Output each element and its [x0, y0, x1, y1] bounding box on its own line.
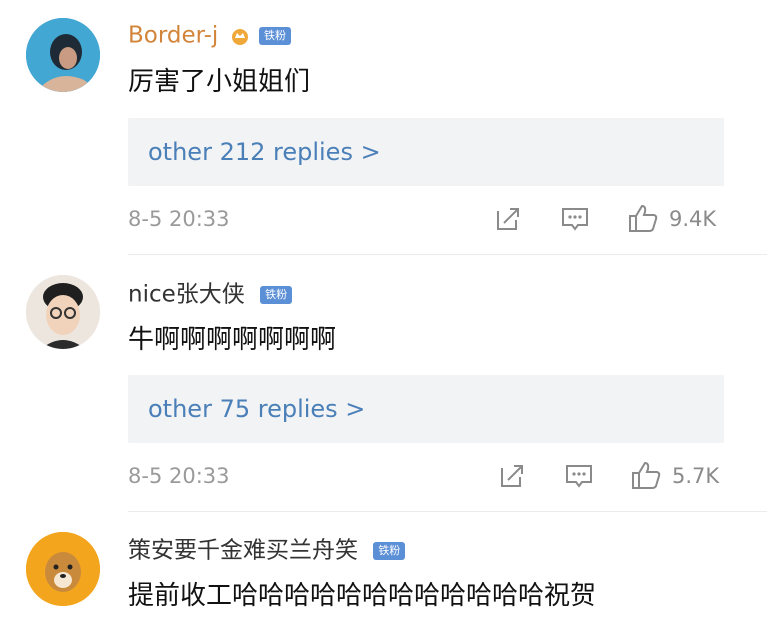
- fan-badge: 铁粉: [260, 285, 293, 304]
- like-count: 5.7K: [672, 464, 720, 488]
- like-icon[interactable]: [630, 460, 662, 490]
- comment-icon[interactable]: [564, 462, 594, 490]
- fan-badge: 铁粉: [258, 26, 291, 45]
- avatar-image: [26, 18, 100, 92]
- comment-text: 提前收工哈哈哈哈哈哈哈哈哈哈哈哈祝贺: [128, 581, 597, 611]
- share-icon[interactable]: [494, 205, 522, 233]
- replies-box[interactable]: other 75 replies >: [128, 375, 724, 443]
- comment-text: 厉害了小姐姐们: [128, 67, 311, 97]
- comment-time: 8-5 20:33: [128, 207, 230, 231]
- replies-box[interactable]: other 212 replies >: [128, 118, 724, 186]
- comment-time: 8-5 20:33: [128, 464, 230, 488]
- divider: [128, 511, 767, 512]
- comment-username[interactable]: nice张大侠 铁粉: [128, 279, 293, 310]
- avatar[interactable]: [26, 532, 100, 606]
- username-text[interactable]: Border-j: [128, 23, 218, 49]
- username-text[interactable]: nice张大侠: [128, 282, 245, 308]
- replies-link[interactable]: other 75 replies >: [148, 394, 365, 424]
- avatar[interactable]: [26, 18, 100, 92]
- crown-icon: [231, 28, 248, 45]
- avatar[interactable]: [26, 275, 100, 349]
- divider: [128, 254, 767, 255]
- username-text[interactable]: 策安要千金难买兰舟笑: [128, 538, 358, 564]
- comment-username[interactable]: 策安要千金难买兰舟笑 铁粉: [128, 535, 406, 566]
- like-count: 9.4K: [669, 207, 717, 231]
- avatar-image: [26, 275, 100, 349]
- fan-badge: 铁粉: [373, 541, 406, 560]
- like-icon[interactable]: [627, 203, 659, 233]
- avatar-image: [26, 532, 100, 606]
- share-icon[interactable]: [498, 462, 526, 490]
- comment-text: 牛啊啊啊啊啊啊啊: [128, 325, 337, 355]
- comment-username[interactable]: Border-j 铁粉: [128, 20, 291, 51]
- replies-link[interactable]: other 212 replies >: [148, 137, 381, 167]
- comment-icon[interactable]: [560, 205, 590, 233]
